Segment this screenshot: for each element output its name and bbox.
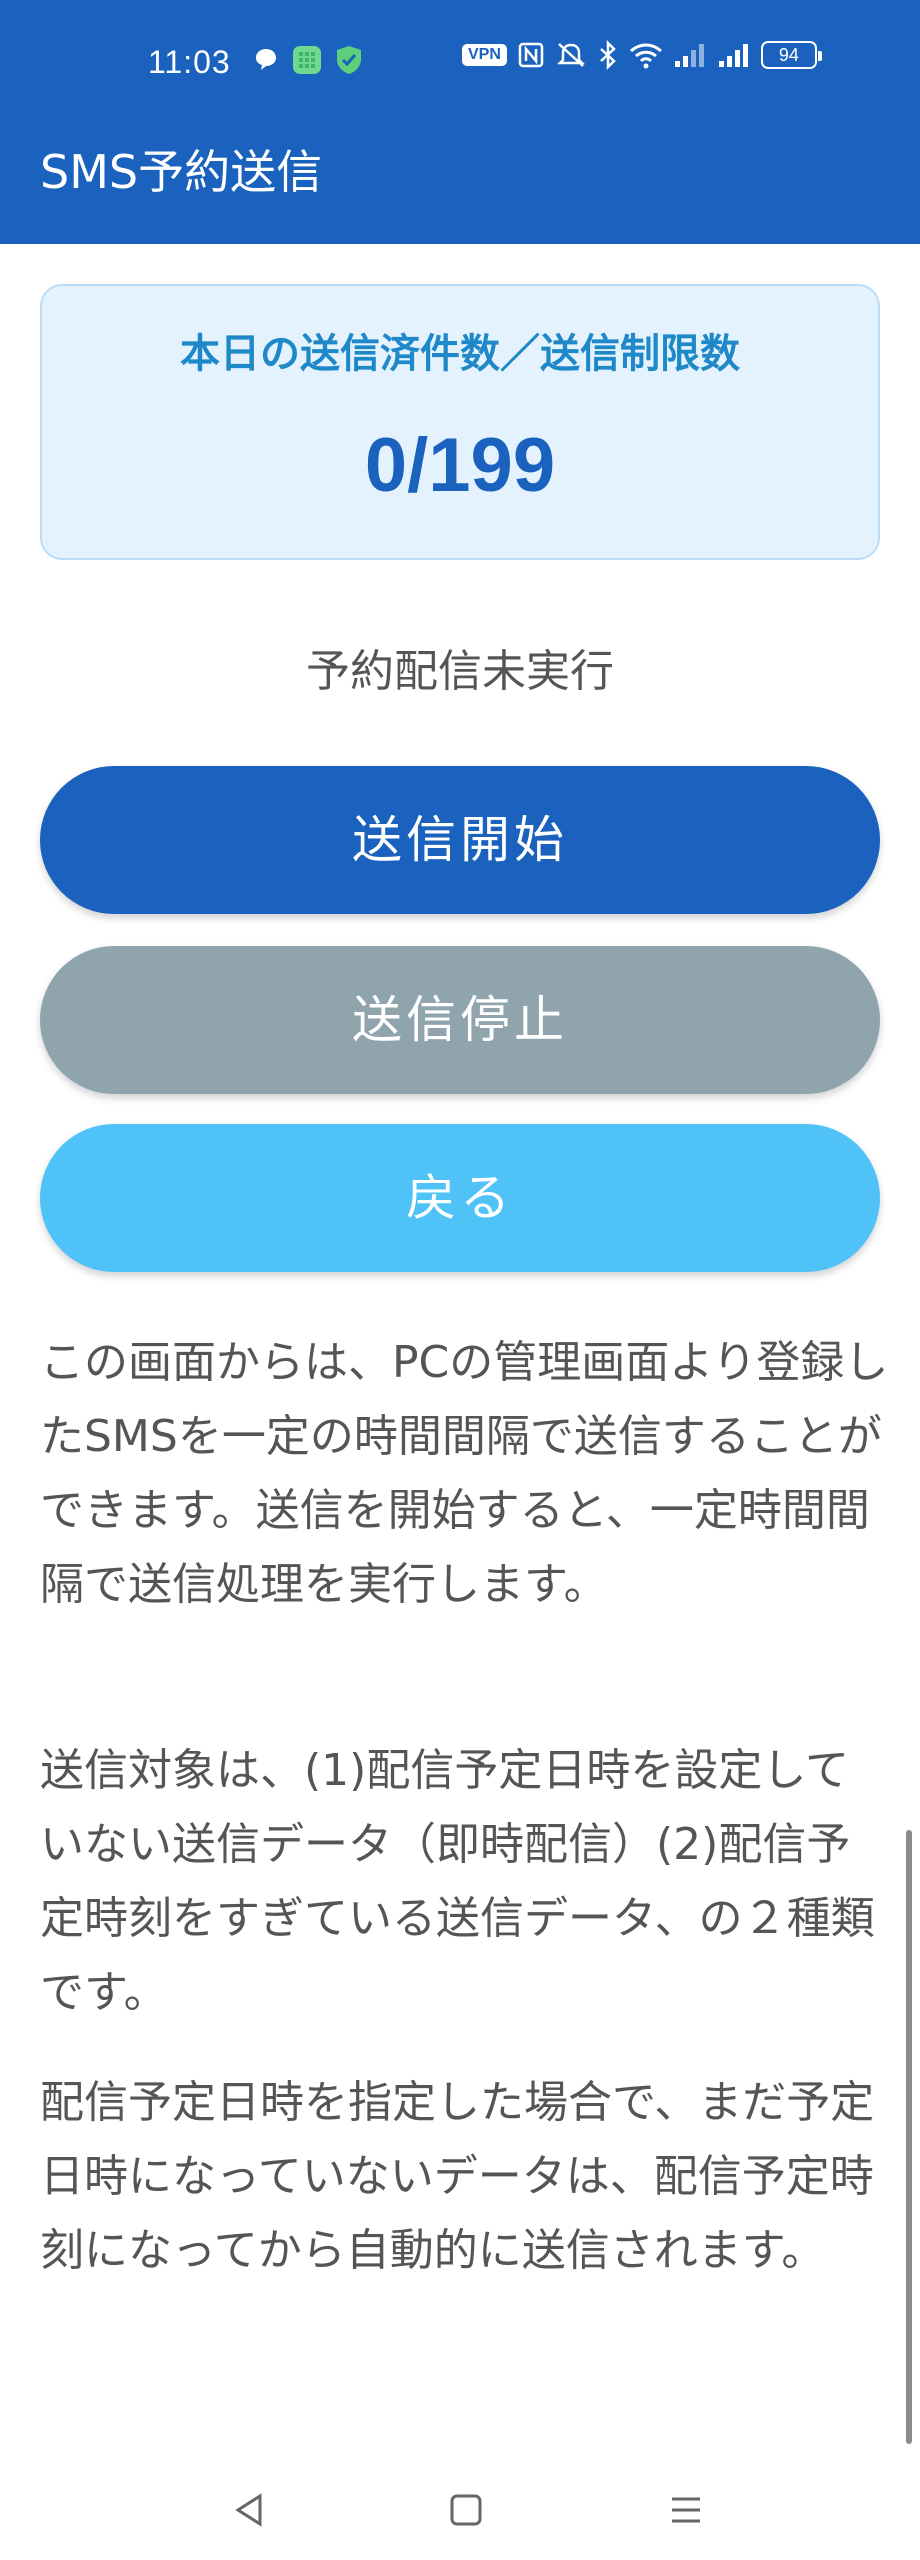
send-count-label: 本日の送信済件数／送信制限数	[180, 331, 740, 377]
battery-icon: 94	[760, 41, 822, 69]
description-paragraph-3: 配信予定日時を指定した場合で、まだ予定日時になっていないデータは、配信予定時刻に…	[40, 2077, 875, 2276]
scrollbar[interactable]	[906, 1830, 912, 2444]
send-count-card: 本日の送信済件数／送信制限数 0/199	[40, 284, 880, 560]
schedule-status-text: 予約配信未実行	[306, 646, 614, 697]
signal-icon	[717, 41, 751, 69]
description-paragraph-2: 送信対象は、(1)配信予定日時を設定していない送信データ（即時配信）(2)配信予…	[40, 1745, 875, 2018]
status-icons-right: VPN 94	[462, 40, 822, 70]
status-icons-left	[252, 44, 364, 76]
stop-sending-button[interactable]: 送信停止	[40, 946, 880, 1094]
back-triangle-icon[interactable]	[220, 2482, 280, 2538]
menu-lines-icon[interactable]	[656, 2482, 716, 2538]
vpn-icon: VPN	[462, 44, 507, 66]
send-count-value: 0/199	[364, 423, 556, 508]
mute-icon	[555, 40, 587, 70]
home-square-icon[interactable]	[436, 2482, 496, 2538]
start-sending-button[interactable]: 送信開始	[40, 766, 880, 914]
status-bar: 11:03 VPN 94	[0, 0, 920, 124]
bluetooth-icon	[597, 40, 619, 70]
page-title: SMS予約送信	[40, 145, 323, 199]
wifi-icon	[629, 41, 663, 69]
app-header: 11:03 VPN 94 SMS予約送信	[0, 0, 920, 244]
nfc-icon	[517, 41, 545, 69]
app-icon	[292, 45, 322, 75]
shield-check-icon	[334, 44, 364, 76]
back-button[interactable]: 戻る	[40, 1124, 880, 1272]
description-paragraph-1: この画面からは、PCの管理画面より登録したSMSを一定の時間間隔で送信することが…	[40, 1337, 889, 1610]
system-nav-bar	[0, 2460, 920, 2560]
chat-bubble-icon	[252, 46, 280, 74]
signal-icon	[673, 41, 707, 69]
status-time: 11:03	[148, 44, 231, 80]
